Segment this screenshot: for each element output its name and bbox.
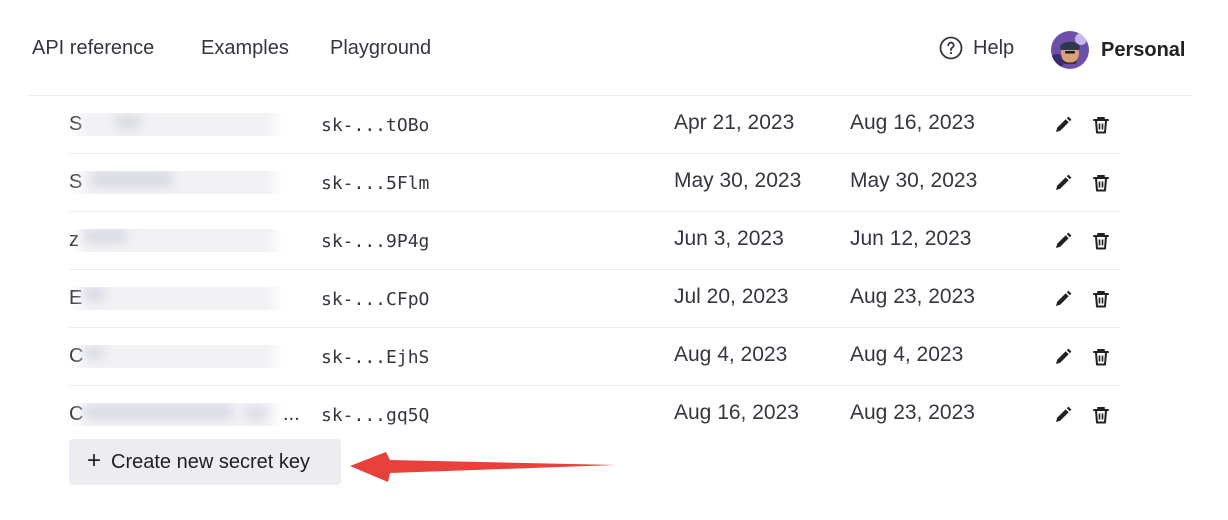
help-link[interactable]: Help [939, 36, 1014, 60]
redacted-name-blur [79, 345, 275, 368]
secret-key-value: sk-...9P4g [321, 231, 430, 252]
created-date: May 30, 2023 [674, 169, 802, 192]
key-name-cell: C [69, 345, 299, 368]
created-date: Aug 4, 2023 [674, 343, 788, 366]
secret-key-value: sk-...EjhS [321, 347, 430, 368]
create-button-label: Create new secret key [111, 450, 310, 473]
secret-key-value: sk-...gq5Q [321, 405, 430, 426]
nav-playground[interactable]: Playground [330, 37, 431, 60]
pencil-icon[interactable] [1052, 114, 1074, 136]
pencil-icon[interactable] [1052, 346, 1074, 368]
pencil-icon[interactable] [1052, 230, 1074, 252]
table-row: E sk-...CFpO Jul 20, 2023 Aug 23, 2023 [69, 270, 1121, 328]
secret-key-value: sk-...tOBo [321, 115, 430, 136]
redacted-name-blur [115, 115, 141, 129]
pencil-icon[interactable] [1052, 404, 1074, 426]
key-name: z [69, 229, 79, 251]
redacted-name-blur [245, 407, 267, 419]
redacted-name-blur [91, 171, 173, 187]
redacted-name-blur [83, 287, 105, 301]
created-date: Apr 21, 2023 [674, 111, 795, 134]
api-keys-page: API reference Examples Playground Help P… [0, 0, 1228, 520]
account-menu[interactable]: Personal [1051, 31, 1185, 69]
pencil-icon[interactable] [1052, 172, 1074, 194]
last-used-date: Aug 23, 2023 [850, 285, 975, 308]
created-date: Jul 20, 2023 [674, 285, 789, 308]
question-circle-icon [939, 36, 963, 60]
redacted-name-blur [83, 405, 233, 419]
secret-key-value: sk-...CFpO [321, 289, 430, 310]
redacted-name-blur [79, 113, 275, 136]
redacted-name-blur [83, 347, 105, 359]
trash-icon[interactable] [1090, 346, 1112, 368]
key-name-cell: C [69, 403, 299, 426]
help-label: Help [973, 36, 1015, 59]
create-secret-key-button[interactable]: + Create new secret key [69, 439, 341, 485]
red-arrow-icon [350, 452, 616, 482]
trash-icon[interactable] [1090, 172, 1112, 194]
pencil-icon[interactable] [1052, 288, 1074, 310]
last-used-date: Aug 23, 2023 [850, 401, 975, 424]
trash-icon[interactable] [1090, 114, 1112, 136]
table-row: z sk-...9P4g Jun 3, 2023 Jun 12, 2023 [69, 212, 1121, 270]
nav-api-reference[interactable]: API reference [32, 37, 154, 60]
last-used-date: Jun 12, 2023 [850, 227, 972, 250]
account-name: Personal [1101, 38, 1186, 61]
redacted-name-blur [79, 287, 275, 310]
key-name-cell: z [69, 229, 299, 252]
last-used-date: May 30, 2023 [850, 169, 978, 192]
redacted-name-blur [83, 229, 127, 243]
last-used-date: Aug 16, 2023 [850, 111, 975, 134]
key-name-cell: E [69, 287, 299, 310]
last-used-date: Aug 4, 2023 [850, 343, 964, 366]
created-date: Aug 16, 2023 [674, 401, 799, 424]
trash-icon[interactable] [1090, 230, 1112, 252]
name-truncation: ... [283, 403, 300, 425]
table-row: S sk-...tOBo Apr 21, 2023 Aug 16, 2023 [69, 96, 1121, 154]
table-row: C sk-...EjhS Aug 4, 2023 Aug 4, 2023 [69, 328, 1121, 386]
plus-icon: + [87, 447, 102, 474]
nav-examples[interactable]: Examples [201, 37, 289, 60]
secret-key-value: sk-...5Flm [321, 173, 430, 194]
api-keys-table: S sk-...tOBo Apr 21, 2023 Aug 16, 2023 S… [69, 96, 1121, 443]
trash-icon[interactable] [1090, 288, 1112, 310]
trash-icon[interactable] [1090, 404, 1112, 426]
top-navigation: API reference Examples Playground Help P… [0, 0, 1228, 96]
key-name-cell: S [69, 113, 299, 136]
table-row: S sk-...5Flm May 30, 2023 May 30, 2023 [69, 154, 1121, 212]
key-name-cell: S [69, 171, 299, 194]
table-row: C ... sk-...gq5Q Aug 16, 2023 Aug 23, 20… [69, 386, 1121, 443]
avatar [1051, 31, 1089, 69]
created-date: Jun 3, 2023 [674, 227, 784, 250]
